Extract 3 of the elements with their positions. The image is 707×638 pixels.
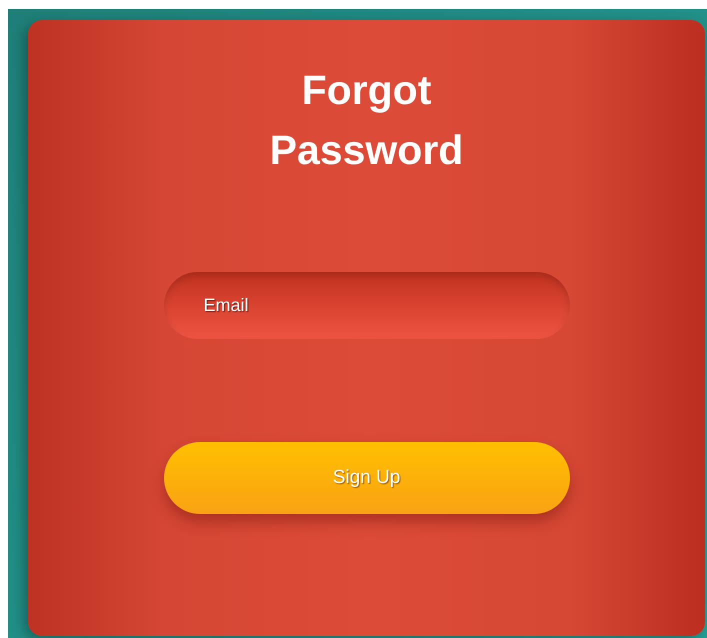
email-field[interactable]: Email [164,272,570,339]
sign-up-button[interactable]: Sign Up [164,442,570,514]
form-title: Forgot Password [268,66,464,175]
